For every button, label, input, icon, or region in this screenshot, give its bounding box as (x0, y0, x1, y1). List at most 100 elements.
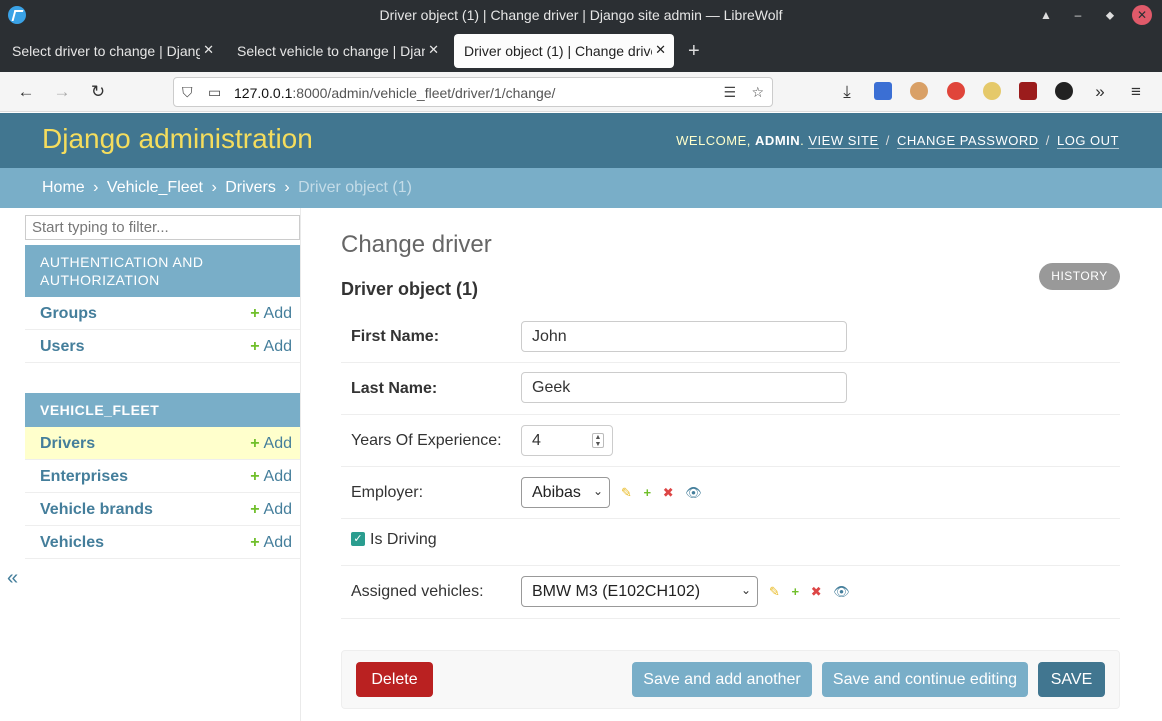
add-label: Add (263, 534, 292, 551)
employer-select[interactable]: Abibas ⌄ (521, 477, 610, 508)
downloads-icon[interactable]: ⤓ (837, 82, 857, 102)
breadcrumb-separator: › (93, 179, 99, 196)
new-tab-icon[interactable]: + (688, 40, 700, 63)
form-row-employer: Employer: Abibas ⌄ ✎ + ✖ 👁 (341, 467, 1120, 519)
close-icon[interactable]: ✕ (1132, 5, 1152, 25)
shield-icon[interactable]: ⛉ (182, 84, 193, 101)
sidebar-filter-input[interactable]: Start typing to filter... (25, 215, 300, 240)
add-icon: + (250, 501, 260, 518)
view-eye-icon[interactable]: 👁 (685, 485, 702, 501)
url-bar[interactable]: ⛉ ▭ 127.0.0.1:8000/admin/vehicle_fleet/d… (173, 77, 773, 107)
bookmark-star-icon[interactable]: ☆ (751, 84, 764, 101)
form-row-first-name: First Name: John (341, 311, 1120, 363)
edit-pencil-icon[interactable]: ✎ (769, 584, 780, 600)
add-icon: + (250, 435, 260, 452)
add-drivers-link[interactable]: + Add (250, 435, 292, 453)
reload-icon[interactable]: ↻ (88, 82, 108, 102)
sidebar-link-groups[interactable]: Groups (40, 305, 97, 323)
add-groups-link[interactable]: + Add (250, 305, 292, 323)
breadcrumb: Home › Vehicle_Fleet › Drivers › Driver … (0, 168, 1162, 208)
maximize-icon[interactable]: ⬥ (1100, 5, 1120, 25)
module-caption-vehicle-fleet[interactable]: VEHICLE_FLEET (25, 393, 300, 427)
extension-icon[interactable] (910, 82, 928, 100)
assigned-vehicles-related-actions: ✎ + ✖ 👁 (769, 584, 858, 600)
last-name-input[interactable]: Geek (521, 372, 847, 403)
breadcrumb-model[interactable]: Drivers (225, 179, 276, 196)
tab-change-driver[interactable]: Driver object (1) | Change driver ✕ (454, 34, 674, 68)
sidebar-link-vehicles[interactable]: Vehicles (40, 534, 104, 552)
add-icon: + (250, 468, 260, 485)
first-name-input[interactable]: John (521, 321, 847, 352)
view-site-link[interactable]: VIEW SITE (808, 133, 879, 149)
tab-select-vehicle[interactable]: Select vehicle to change | Django ✕ (227, 34, 447, 68)
delete-x-icon[interactable]: ✖ (663, 485, 674, 501)
tab-select-driver[interactable]: Select driver to change | Django ✕ (2, 34, 222, 68)
user-tools: WELCOME, ADMIN. VIEW SITE / CHANGE PASSW… (676, 133, 1119, 149)
tab-bar: Select driver to change | Django ✕ Selec… (0, 30, 1162, 72)
first-name-label: First Name: (351, 328, 440, 345)
ublock-origin-icon[interactable] (1019, 82, 1037, 100)
add-vehicle-brands-link[interactable]: + Add (250, 501, 292, 519)
save-and-add-another-button[interactable]: Save and add another (632, 662, 812, 697)
add-label: Add (263, 468, 292, 485)
sidebar-link-drivers[interactable]: Drivers (40, 435, 95, 453)
minimize-icon[interactable]: – (1068, 5, 1088, 25)
extension-icon[interactable] (983, 82, 1001, 100)
is-driving-checkbox[interactable]: ✓ (351, 532, 365, 546)
site-branding[interactable]: Django administration (42, 123, 313, 155)
forward-icon[interactable]: → (52, 82, 72, 102)
toggle-sidebar-button[interactable]: « (7, 567, 18, 590)
menu-icon[interactable]: ≡ (1126, 82, 1146, 102)
delete-button[interactable]: Delete (356, 662, 433, 697)
view-eye-icon[interactable]: 👁 (833, 584, 850, 600)
tab-close-icon[interactable]: ✕ (428, 42, 439, 58)
extension-icon[interactable] (1055, 82, 1073, 100)
keep-above-icon[interactable]: ▲ (1036, 5, 1056, 25)
sidebar-link-enterprises[interactable]: Enterprises (40, 468, 128, 486)
add-enterprises-link[interactable]: + Add (250, 468, 292, 486)
employer-related-actions: ✎ + ✖ 👁 (621, 485, 710, 501)
add-plus-icon[interactable]: + (644, 485, 652, 500)
save-button[interactable]: SAVE (1038, 662, 1105, 697)
back-icon[interactable]: ← (16, 82, 36, 102)
reader-view-icon[interactable]: ☰ (723, 84, 736, 101)
add-icon: + (250, 305, 260, 322)
django-header: Django administration WELCOME, ADMIN. VI… (0, 113, 1162, 168)
change-password-link[interactable]: CHANGE PASSWORD (897, 133, 1039, 149)
sidebar-link-vehicle-brands[interactable]: Vehicle brands (40, 501, 153, 519)
more-extensions-icon[interactable]: » (1090, 82, 1110, 102)
sidebar-link-users[interactable]: Users (40, 338, 84, 356)
form-row-is-driving: ✓ Is Driving (341, 519, 1120, 566)
history-button[interactable]: HISTORY (1039, 263, 1120, 290)
username: ADMIN (755, 133, 801, 148)
window-controls: ▲ – ⬥ ✕ (1036, 5, 1152, 25)
module-caption-auth[interactable]: AUTHENTICATION AND AUTHORIZATION (25, 245, 300, 297)
chevron-down-icon: ⌄ (740, 583, 751, 597)
delete-x-icon[interactable]: ✖ (811, 584, 822, 600)
separator: / (1045, 133, 1050, 148)
translate-extension-icon[interactable] (874, 82, 892, 100)
add-plus-icon[interactable]: + (792, 584, 800, 599)
tab-close-icon[interactable]: ✕ (655, 42, 666, 58)
add-users-link[interactable]: + Add (250, 338, 292, 356)
extension-icon[interactable] (947, 82, 965, 100)
tab-close-icon[interactable]: ✕ (203, 42, 214, 58)
logout-link[interactable]: LOG OUT (1056, 133, 1119, 149)
add-vehicles-link[interactable]: + Add (250, 534, 292, 552)
assigned-vehicles-label: Assigned vehicles: (351, 583, 484, 600)
breadcrumb-home[interactable]: Home (42, 179, 85, 196)
is-driving-label[interactable]: Is Driving (370, 531, 437, 549)
breadcrumb-current: Driver object (1) (298, 179, 412, 196)
edit-pencil-icon[interactable]: ✎ (621, 485, 632, 501)
spinner-icon[interactable]: ▲ ▼ (592, 433, 604, 448)
url-text[interactable]: 127.0.0.1:8000/admin/vehicle_fleet/drive… (234, 85, 555, 101)
add-label: Add (263, 501, 292, 518)
breadcrumb-app[interactable]: Vehicle_Fleet (107, 179, 203, 196)
save-and-continue-button[interactable]: Save and continue editing (822, 662, 1028, 697)
years-label: Years Of Experience: (351, 432, 502, 449)
assigned-vehicles-select[interactable]: BMW M3 (E102CH102) ⌄ (521, 576, 758, 607)
add-icon: + (250, 534, 260, 551)
add-label: Add (263, 338, 292, 355)
years-input[interactable]: 4 ▲ ▼ (521, 425, 613, 456)
add-icon: + (250, 338, 260, 355)
